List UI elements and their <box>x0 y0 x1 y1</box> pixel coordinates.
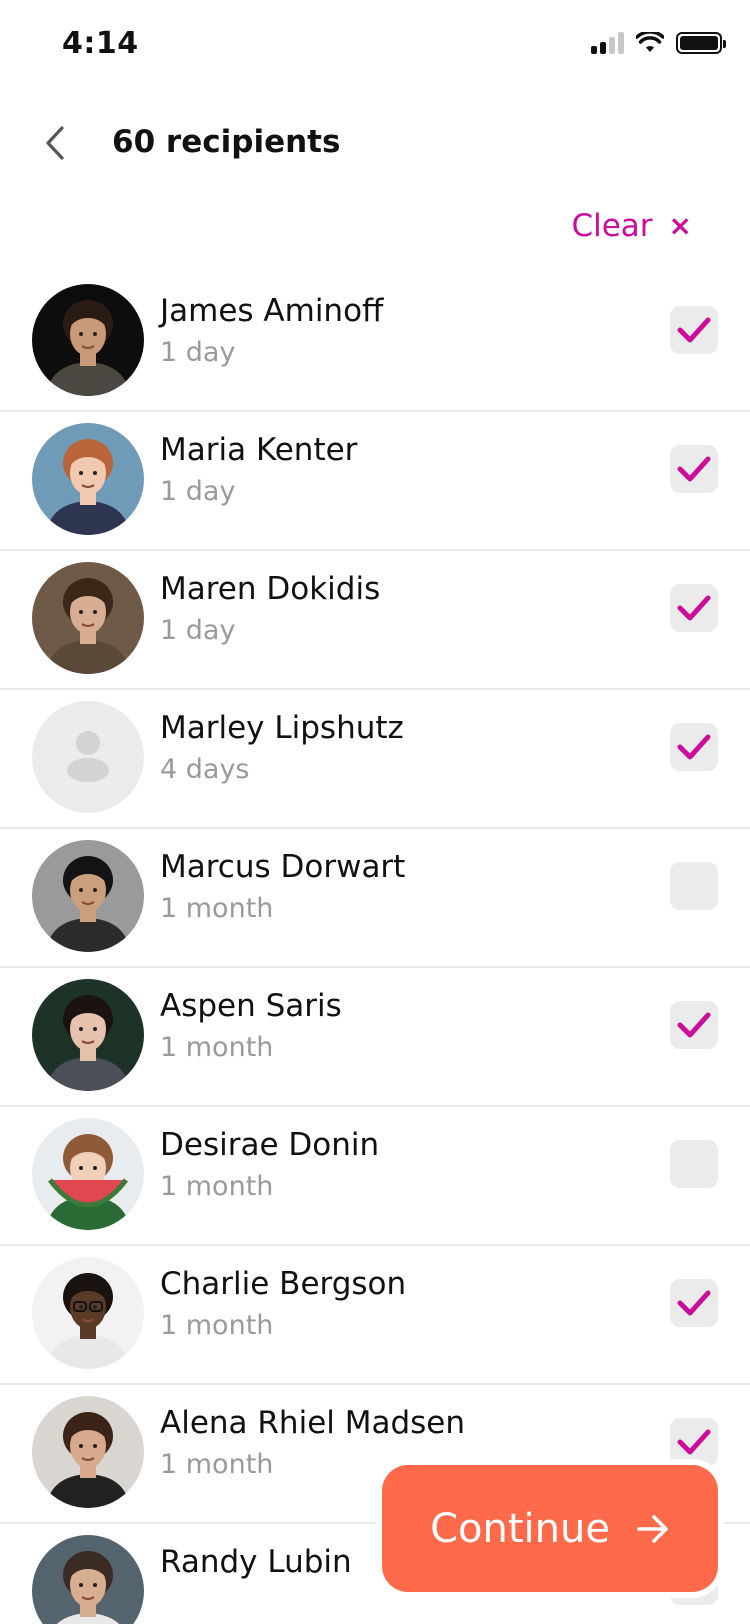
recipient-name: Randy Lubin <box>160 1544 352 1580</box>
recipient-checkbox[interactable] <box>670 445 718 493</box>
recipient-checkbox[interactable] <box>670 1140 718 1188</box>
recipient-name: Alena Rhiel Madsen <box>160 1405 466 1441</box>
checkmark-icon <box>677 1012 711 1038</box>
close-icon: × <box>668 209 692 242</box>
recipient-row[interactable]: Desirae Donin 1 month <box>0 1107 750 1246</box>
checkmark-icon <box>677 1429 711 1455</box>
chevron-left-icon <box>46 126 64 160</box>
avatar <box>32 979 144 1091</box>
arrow-right-icon <box>637 1514 668 1543</box>
continue-label: Continue <box>430 1505 610 1552</box>
recipient-last-contact: 1 month <box>160 1032 274 1063</box>
checkmark-icon <box>677 1290 711 1316</box>
recipient-checkbox[interactable] <box>670 1001 718 1049</box>
recipient-name: Aspen Saris <box>160 988 342 1024</box>
recipient-row[interactable]: James Aminoff 1 day <box>0 273 750 412</box>
checkmark-icon <box>677 595 711 621</box>
recipient-checkbox[interactable] <box>670 723 718 771</box>
recipient-last-contact: 1 month <box>160 1171 274 1202</box>
avatar <box>32 701 144 813</box>
checkmark-icon <box>677 456 711 482</box>
recipient-name: Maren Dokidis <box>160 571 381 607</box>
recipient-name: Charlie Bergson <box>160 1266 407 1302</box>
recipient-row[interactable]: Marley Lipshutz 4 days <box>0 690 750 829</box>
recipient-row[interactable]: Charlie Bergson 1 month <box>0 1246 750 1385</box>
recipients-screen: 4:14 60 recipients Clear × James Aminoff… <box>0 0 750 1624</box>
recipient-checkbox[interactable] <box>670 1418 718 1466</box>
recipient-last-contact: 1 day <box>160 476 236 507</box>
avatar <box>32 1257 144 1369</box>
status-bar: 4:14 <box>0 0 750 90</box>
recipient-name: Maria Kenter <box>160 432 358 468</box>
recipient-row[interactable]: Marcus Dorwart 1 month <box>0 829 750 968</box>
recipient-name: Desirae Donin <box>160 1127 380 1163</box>
wifi-icon <box>636 32 664 52</box>
continue-button[interactable]: Continue <box>382 1465 718 1592</box>
recipient-last-contact: 1 month <box>160 1310 274 1341</box>
avatar <box>32 1118 144 1230</box>
status-icons <box>591 32 726 54</box>
checkmark-icon <box>677 734 711 760</box>
nav-header: 60 recipients <box>0 100 750 190</box>
back-button[interactable] <box>30 118 80 168</box>
recipient-name: Marcus Dorwart <box>160 849 406 885</box>
recipient-row[interactable]: Maria Kenter 1 day <box>0 412 750 551</box>
recipient-last-contact: 1 month <box>160 1449 274 1480</box>
clear-button[interactable]: Clear × <box>571 208 692 244</box>
page-title: 60 recipients <box>112 124 341 160</box>
recipient-row[interactable]: Maren Dokidis 1 day <box>0 551 750 690</box>
recipient-last-contact: 4 days <box>160 754 250 785</box>
avatar <box>32 284 144 396</box>
recipient-name: James Aminoff <box>160 293 384 329</box>
battery-icon <box>676 32 726 54</box>
cellular-signal-icon <box>591 32 624 54</box>
recipient-checkbox[interactable] <box>670 862 718 910</box>
recipient-row[interactable]: Aspen Saris 1 month <box>0 968 750 1107</box>
status-time: 4:14 <box>62 26 139 61</box>
recipient-name: Marley Lipshutz <box>160 710 404 746</box>
avatar <box>32 1396 144 1508</box>
avatar <box>32 840 144 952</box>
recipient-last-contact: 1 month <box>160 893 274 924</box>
recipient-checkbox[interactable] <box>670 1279 718 1327</box>
avatar <box>32 1535 144 1624</box>
recipient-last-contact: 1 day <box>160 337 236 368</box>
clear-label: Clear <box>571 208 653 244</box>
avatar <box>32 562 144 674</box>
recipient-checkbox[interactable] <box>670 306 718 354</box>
recipient-list: James Aminoff 1 day Maria Kenter 1 day Maren… <box>0 273 750 1624</box>
avatar <box>32 423 144 535</box>
checkmark-icon <box>677 317 711 343</box>
recipient-last-contact: 1 day <box>160 615 236 646</box>
recipient-checkbox[interactable] <box>670 584 718 632</box>
